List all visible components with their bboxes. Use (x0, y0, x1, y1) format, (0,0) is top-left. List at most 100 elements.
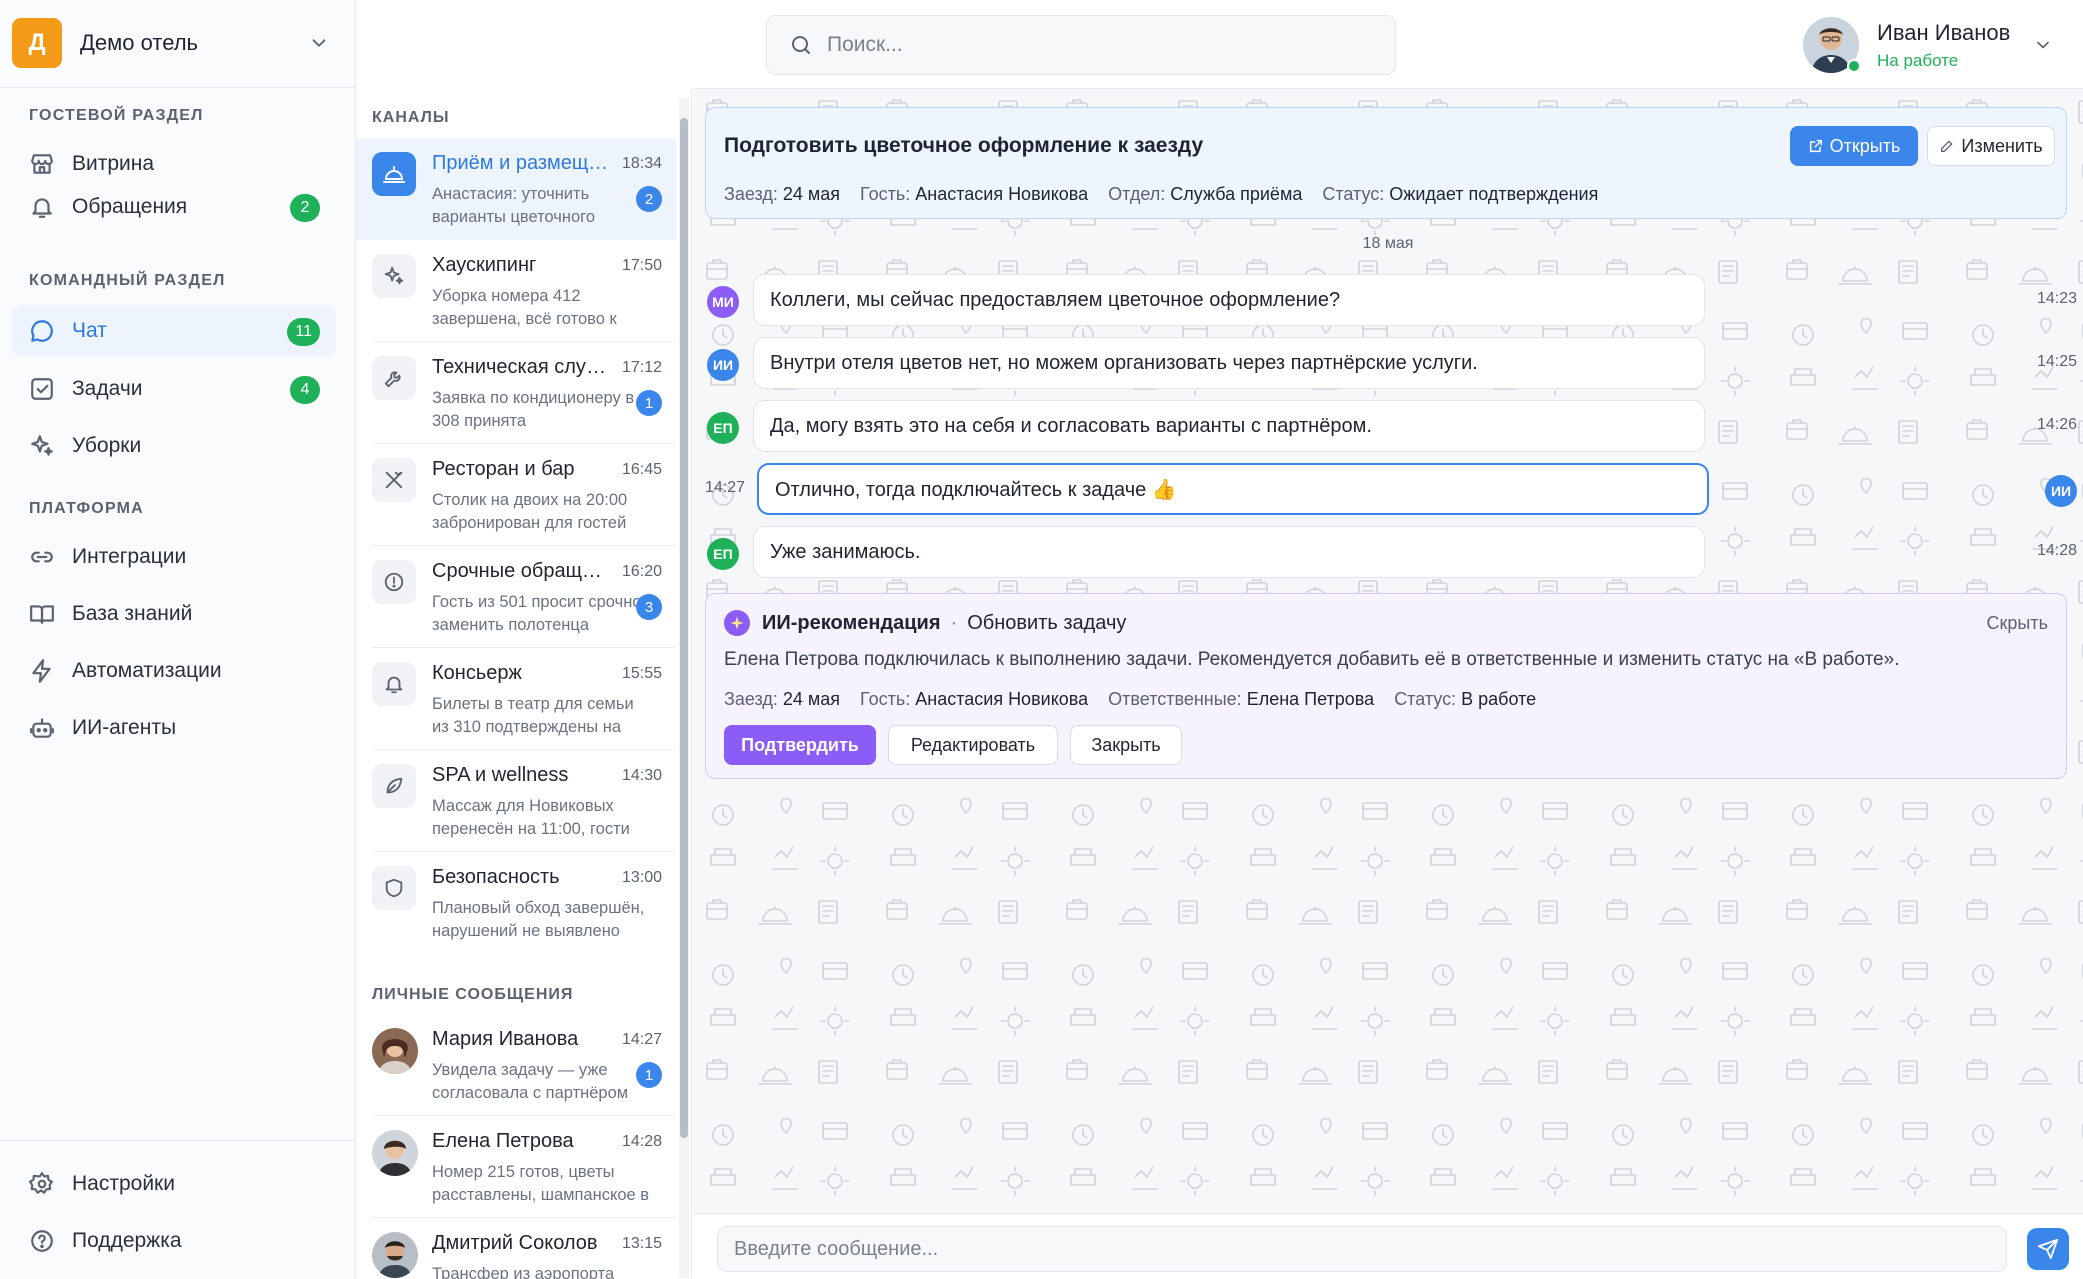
channel-name: Хаускипинг (432, 254, 537, 276)
cutlery-icon (372, 458, 416, 502)
shield-icon (372, 866, 416, 910)
message-time: 14:27 (705, 479, 746, 496)
avatar: ЕП (707, 538, 739, 570)
message-time: 14:28 (2037, 542, 2078, 559)
channel-name: Приём и размещение (432, 152, 610, 174)
send-button[interactable] (2027, 1228, 2069, 1270)
sidebar-item-label: Обращения (72, 195, 188, 218)
dm-preview: Трансфер из аэропорта подтверждён (432, 1265, 615, 1279)
search-icon (792, 36, 810, 54)
sidebar-item-label: Уборки (72, 434, 142, 457)
channel-time: 18:34 (621, 155, 662, 172)
task-meta: Заезд: 24 мая Гость: Анастасия Новикова … (724, 184, 1599, 204)
channel-name: Безопасность (432, 866, 560, 888)
avatar: ИИ (707, 349, 739, 381)
message-bubble: Внутри отеля цветов нет, но можем органи… (753, 337, 1705, 389)
dm-name: Дмитрий Соколов (432, 1232, 598, 1254)
dm-item-elena[interactable]: Елена Петрова 14:28 Номер 215 готов, цве… (356, 1116, 676, 1218)
sidebar-item-support[interactable]: Поддержка (12, 1215, 336, 1267)
ai-sparkle-icon (724, 610, 750, 636)
hotel-switcher[interactable]: Д Демо отель (12, 18, 330, 68)
edit-task-button[interactable]: Изменить (1927, 126, 2055, 166)
search-input[interactable] (827, 33, 1347, 57)
unread-badge: 11 (287, 318, 320, 346)
concierge-bell-icon (372, 662, 416, 706)
sidebar-item-cleaning[interactable]: Уборки (12, 420, 336, 472)
dm-name: Елена Петрова (432, 1130, 574, 1152)
hotel-logo: Д (12, 18, 62, 68)
scrollbar-thumb[interactable] (680, 118, 688, 1138)
store-icon (31, 154, 53, 174)
channel-item-spa[interactable]: SPA и wellness 14:30 Массаж для Новиковы… (356, 750, 676, 852)
user-name: Иван Иванов (1877, 20, 2011, 45)
channel-item-concierge[interactable]: Консьерж 15:55 Билеты в театр для семьи … (356, 648, 676, 750)
sidebar-item-chat[interactable]: Чат 11 (12, 305, 336, 357)
avatar (372, 1130, 418, 1176)
sidebar-item-label: Интеграции (72, 545, 187, 568)
sidebar-item-integrations[interactable]: Интеграции (12, 531, 336, 583)
task-card: Подготовить цветочное оформление к заезд… (705, 107, 2067, 219)
message-bubble: Уже занимаюсь. (753, 526, 1705, 578)
task-checkin: 24 мая (782, 184, 841, 204)
channel-item-urgent[interactable]: Срочные обращения 16:20 Гость из 501 про… (356, 546, 676, 648)
chat-area: Подготовить цветочное оформление к заезд… (693, 89, 2083, 1213)
channel-preview: Столик на двоих на 20:00 забронирован дл… (432, 491, 628, 532)
channel-name: Срочные обращения (432, 560, 610, 582)
avatar: ИИ (2045, 475, 2077, 507)
hotel-name: Демо отель (80, 30, 198, 55)
unread-badge: 2 (636, 186, 662, 212)
sidebar-item-label: Чат (72, 319, 107, 342)
channel-time: 16:20 (621, 563, 662, 580)
wrench-icon (372, 356, 416, 400)
avatar: МИ (707, 286, 739, 318)
channel-time: 16:45 (621, 461, 662, 478)
leaf-icon (372, 764, 416, 808)
hide-ai-button[interactable]: Скрыть (1987, 613, 2048, 634)
sidebar-item-tasks[interactable]: Задачи 4 (12, 363, 336, 415)
sidebar-item-automations[interactable]: Автоматизации (12, 645, 336, 697)
checkbox-icon (31, 378, 53, 400)
dm-item-maria[interactable]: Мария Иванова 14:27 Увидела задачу — уже… (356, 1014, 676, 1116)
dm-item-dmitry[interactable]: Дмитрий Соколов 13:15 Трансфер из аэропо… (356, 1218, 676, 1279)
task-dept: Служба приёма (1170, 184, 1303, 204)
section-platform: ПЛАТФОРМА (29, 500, 144, 517)
channel-time: 14:30 (621, 767, 662, 784)
ai-heading: ИИ-рекомендация · Обновить задачу (762, 612, 1127, 634)
date-separator: 18 мая (693, 235, 2083, 253)
open-task-button[interactable]: Открыть (1790, 126, 1918, 166)
sidebar-item-label: Настройки (72, 1172, 175, 1195)
user-menu[interactable]: Иван Иванов На работе (1803, 15, 2053, 75)
sidebar-item-requests[interactable]: Обращения 2 (12, 181, 336, 233)
help-icon (31, 1230, 53, 1252)
channel-preview: Гость из 501 просит срочно заменить поло… (432, 593, 642, 634)
sidebar-item-ai-agents[interactable]: ИИ-агенты (12, 702, 336, 754)
sidebar-item-settings[interactable]: Настройки (12, 1158, 336, 1210)
channel-preview: Уборка номера 412 завершена, всё готово … (432, 287, 617, 328)
channel-item-tech[interactable]: Техническая служба 17:12 Заявка по конди… (356, 342, 676, 444)
ai-meta: Заезд: 24 мая Гость: Анастасия Новикова … (724, 689, 1537, 709)
channel-item-security[interactable]: Безопасность 13:00 Плановый обход заверш… (356, 852, 676, 954)
channel-preview: Анастасия: уточнить варианты цветочного … (432, 185, 596, 226)
sidebar-item-label: Витрина (72, 152, 155, 175)
channel-item-reception[interactable]: Приём и размещение 18:34 Анастасия: уточ… (356, 138, 676, 240)
external-link-icon (1809, 139, 1822, 153)
channel-list-scrollbar[interactable] (679, 98, 689, 1278)
channel-preview: Заявка по кондиционеру в 308 принята (432, 389, 635, 430)
message-input[interactable] (717, 1226, 2007, 1272)
search-box[interactable] (766, 15, 1396, 75)
gear-icon (29, 1172, 53, 1194)
confirm-button[interactable]: Подтвердить (724, 725, 876, 765)
avatar (372, 1028, 418, 1074)
redact-button[interactable]: Редактировать (888, 725, 1058, 765)
unread-badge: 4 (290, 376, 320, 404)
close-button[interactable]: Закрыть (1070, 725, 1182, 765)
channel-item-housekeeping[interactable]: Хаускипинг 17:50 Уборка номера 412 завер… (356, 240, 676, 342)
section-guest: ГОСТЕВОЙ РАЗДЕЛ (29, 107, 204, 124)
message-time: 14:26 (2037, 416, 2078, 433)
sidebar-item-knowledge[interactable]: База знаний (12, 588, 336, 640)
channel-time: 15:55 (621, 665, 662, 682)
unread-badge: 1 (636, 1062, 662, 1088)
sidebar-item-label: Поддержка (72, 1229, 182, 1252)
channel-item-restaurant[interactable]: Ресторан и бар 16:45 Столик на двоих на … (356, 444, 676, 546)
send-icon (2037, 1238, 2059, 1260)
